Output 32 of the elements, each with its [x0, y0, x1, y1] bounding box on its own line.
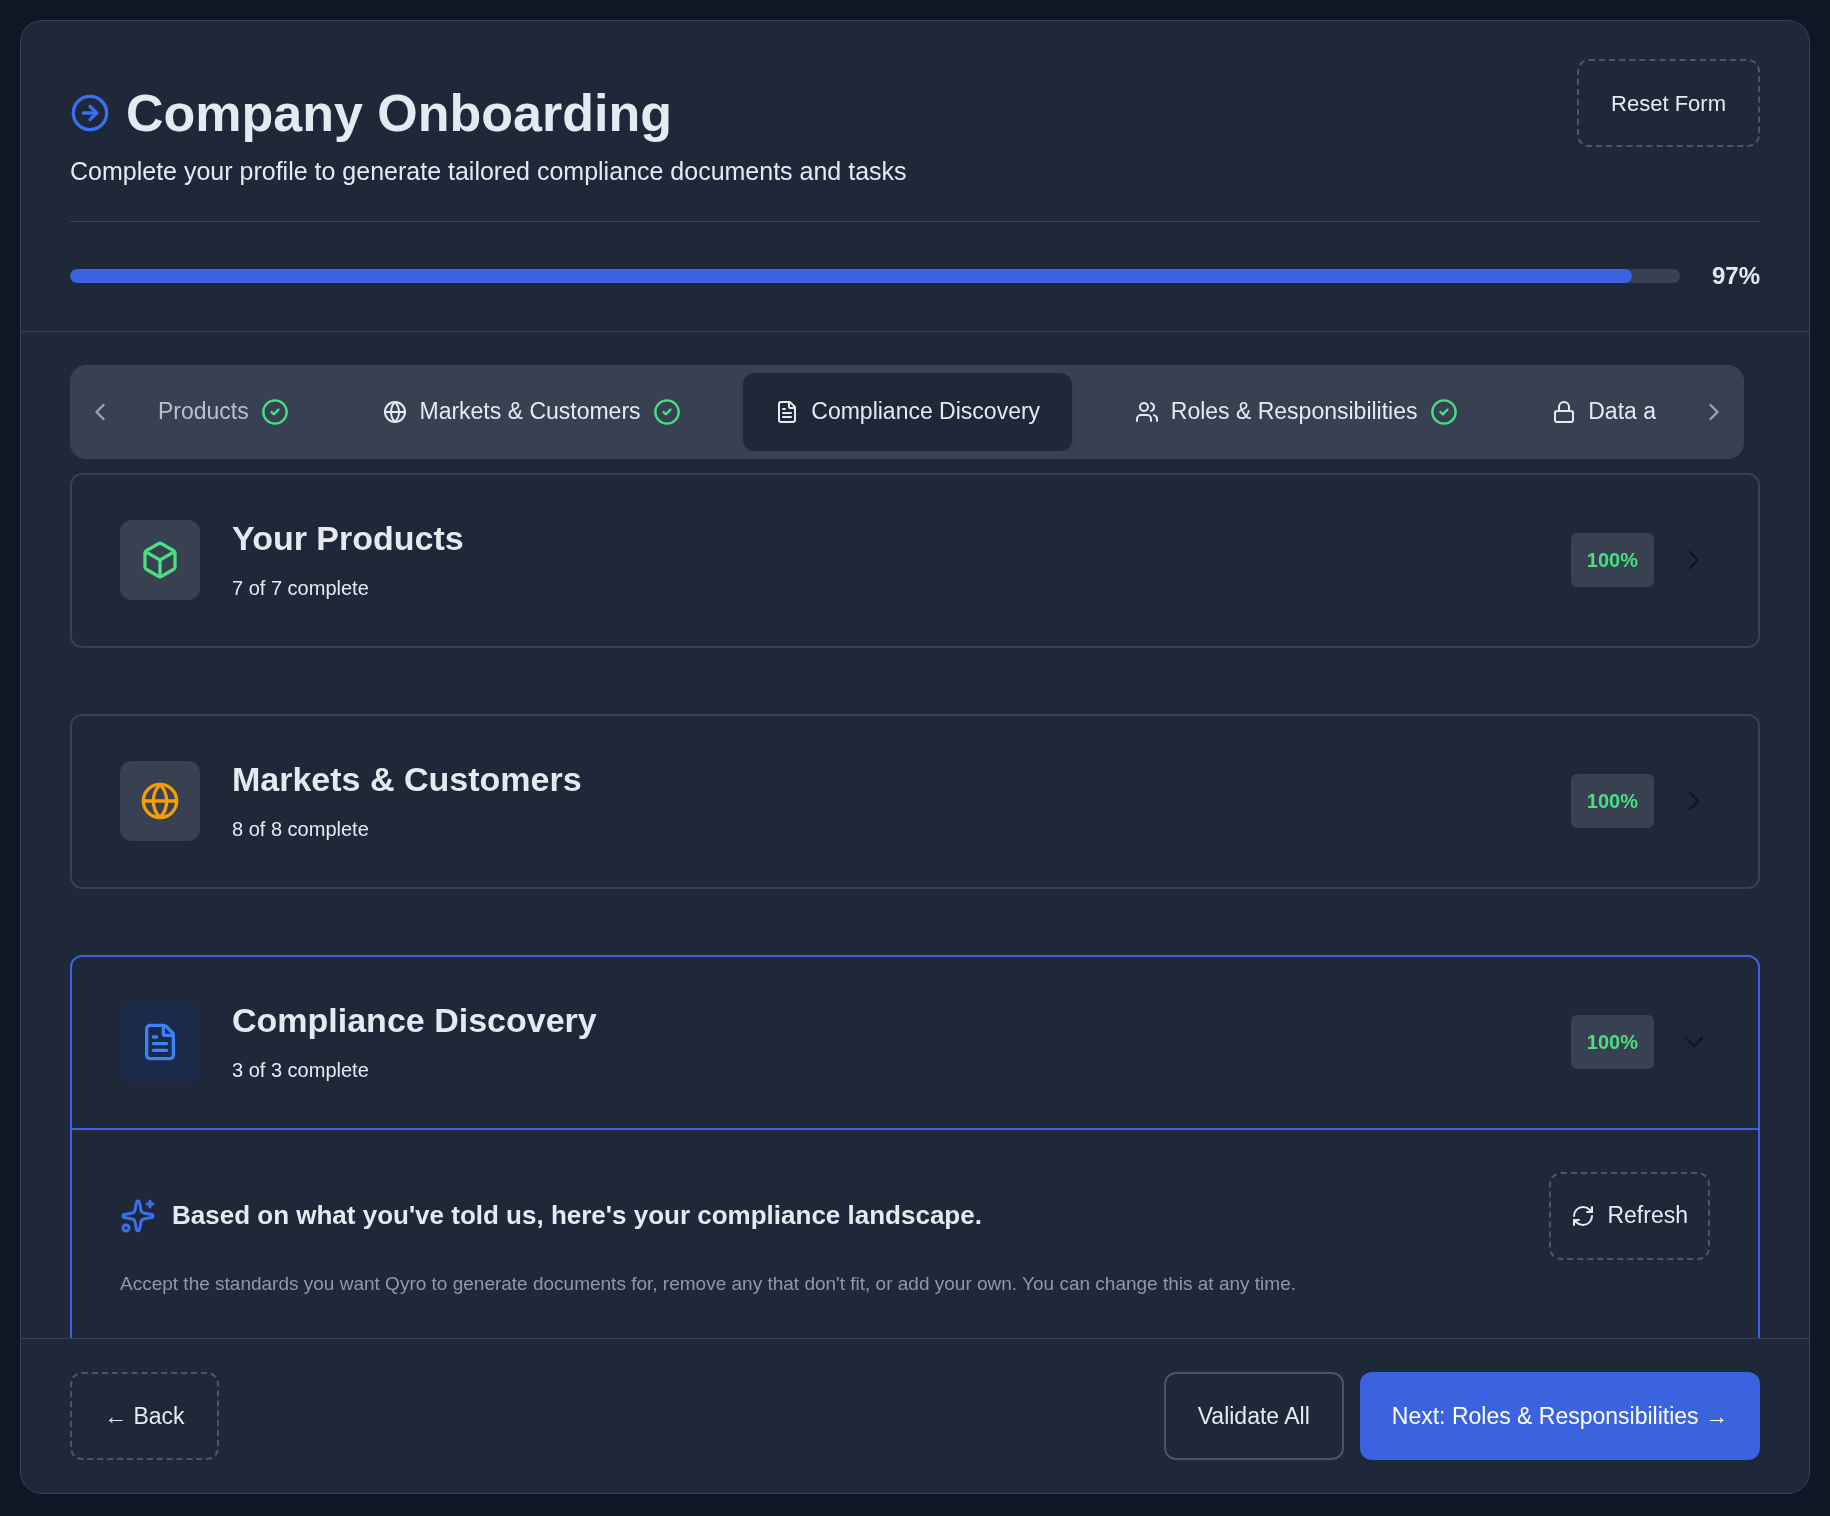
tab[interactable]: Products [126, 372, 321, 451]
page-subtitle: Complete your profile to generate tailored compliance documents and tasks [70, 156, 908, 187]
sparkles-icon [120, 1197, 156, 1234]
section-progress-text: 8 of 8 complete [232, 817, 370, 843]
tab[interactable]: Compliance Discovery [743, 372, 1073, 451]
globe-icon [383, 399, 408, 424]
percent-badge: 100% [1570, 533, 1654, 587]
arrow-circle-icon [70, 93, 110, 133]
tab[interactable]: Data a [1520, 372, 1688, 451]
back-button[interactable]: ← Back [70, 1372, 219, 1460]
users-icon [1134, 399, 1159, 424]
section-title: Compliance Discovery [232, 999, 597, 1041]
section-card[interactable]: Markets & Customers 8 of 8 complete 100% [70, 713, 1760, 889]
next-button[interactable]: Next: Roles & Responsibilities → [1359, 1372, 1760, 1460]
progress-percent: 97% [1711, 261, 1760, 291]
refresh-button[interactable]: Refresh [1549, 1171, 1710, 1260]
section-title: Your Products [232, 517, 464, 559]
percent-badge: 100% [1570, 1015, 1654, 1069]
reset-form-button[interactable]: Reset Form [1577, 59, 1760, 147]
section-card[interactable]: Your Products 7 of 7 complete 100% [70, 472, 1760, 648]
section-progress-text: 7 of 7 complete [232, 576, 370, 602]
discovery-description: Accept the standards you want Qyro to generate documents for, remove any that don't fit, or add your own. You can change this at any time. [120, 1271, 1297, 1296]
section-card[interactable]: Compliance Discovery 3 of 3 complete 100% [70, 954, 1760, 1130]
discovery-heading: Based on what you've told us, here's your compliance landscape. [172, 1199, 982, 1232]
percent-badge: 100% [1570, 774, 1654, 828]
lock-icon [1552, 399, 1577, 424]
tab[interactable]: Roles & Responsibilities [1102, 372, 1490, 451]
section-title: Markets & Customers [232, 758, 582, 800]
refresh-icon [1571, 1203, 1596, 1228]
section-progress-text: 3 of 3 complete [232, 1058, 370, 1084]
validate-all-button[interactable]: Validate All [1163, 1372, 1344, 1460]
tab[interactable]: Markets & Customers [351, 372, 713, 451]
